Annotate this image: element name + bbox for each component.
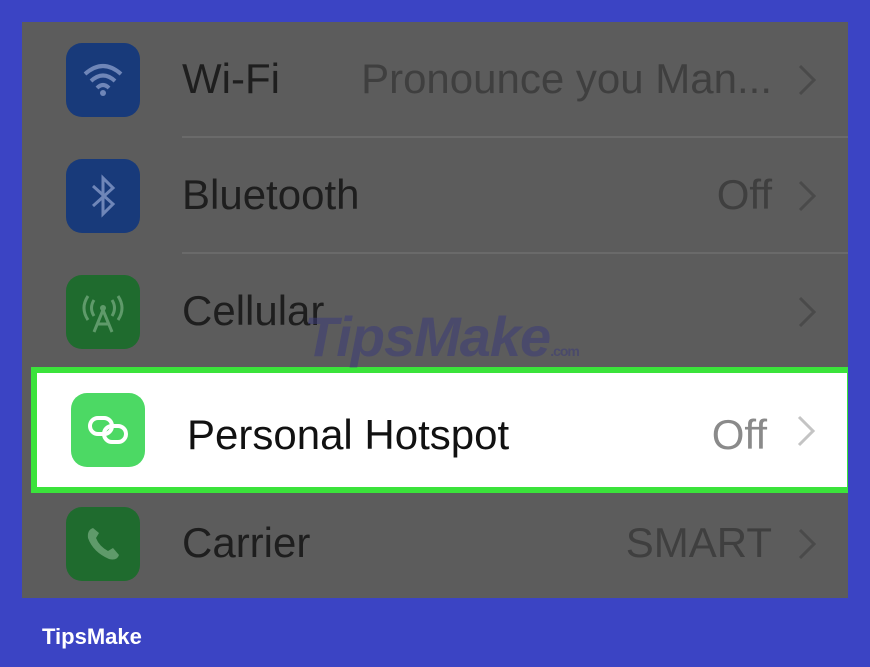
carrier-label: Carrier bbox=[182, 519, 311, 566]
hotspot-link-icon bbox=[71, 393, 145, 467]
chevron-right-icon bbox=[797, 415, 816, 447]
chevron-right-icon bbox=[798, 528, 817, 560]
bluetooth-value: Off bbox=[716, 171, 772, 218]
chevron-right-icon bbox=[798, 296, 817, 328]
carrier-value: SMART bbox=[625, 519, 772, 566]
personal-hotspot-row[interactable]: Personal Hotspot Off bbox=[31, 367, 848, 493]
watermark-text: TipsMake bbox=[304, 305, 551, 368]
wifi-label: Wi-Fi bbox=[182, 55, 280, 102]
bluetooth-icon bbox=[66, 159, 140, 233]
hotspot-label: Personal Hotspot bbox=[187, 411, 510, 458]
bluetooth-label: Bluetooth bbox=[182, 171, 360, 218]
hotspot-value: Off bbox=[711, 411, 767, 458]
wifi-icon bbox=[66, 43, 140, 117]
chevron-right-icon bbox=[798, 180, 817, 212]
bluetooth-row[interactable]: Bluetooth Off bbox=[22, 138, 848, 254]
wifi-row[interactable]: Wi-Fi Pronounce you Man... bbox=[22, 22, 848, 138]
watermark: TipsMake.com bbox=[304, 304, 580, 369]
wifi-value: Pronounce you Man... bbox=[361, 55, 772, 102]
cellular-antenna-icon bbox=[66, 275, 140, 349]
watermark-suffix: .com bbox=[550, 343, 580, 359]
chevron-right-icon bbox=[798, 64, 817, 96]
phone-icon bbox=[66, 507, 140, 581]
carrier-row[interactable]: Carrier SMART bbox=[22, 486, 848, 598]
settings-list: Wi-Fi Pronounce you Man... Bluetooth Off bbox=[22, 22, 848, 598]
footer-brand: TipsMake bbox=[42, 624, 142, 649]
